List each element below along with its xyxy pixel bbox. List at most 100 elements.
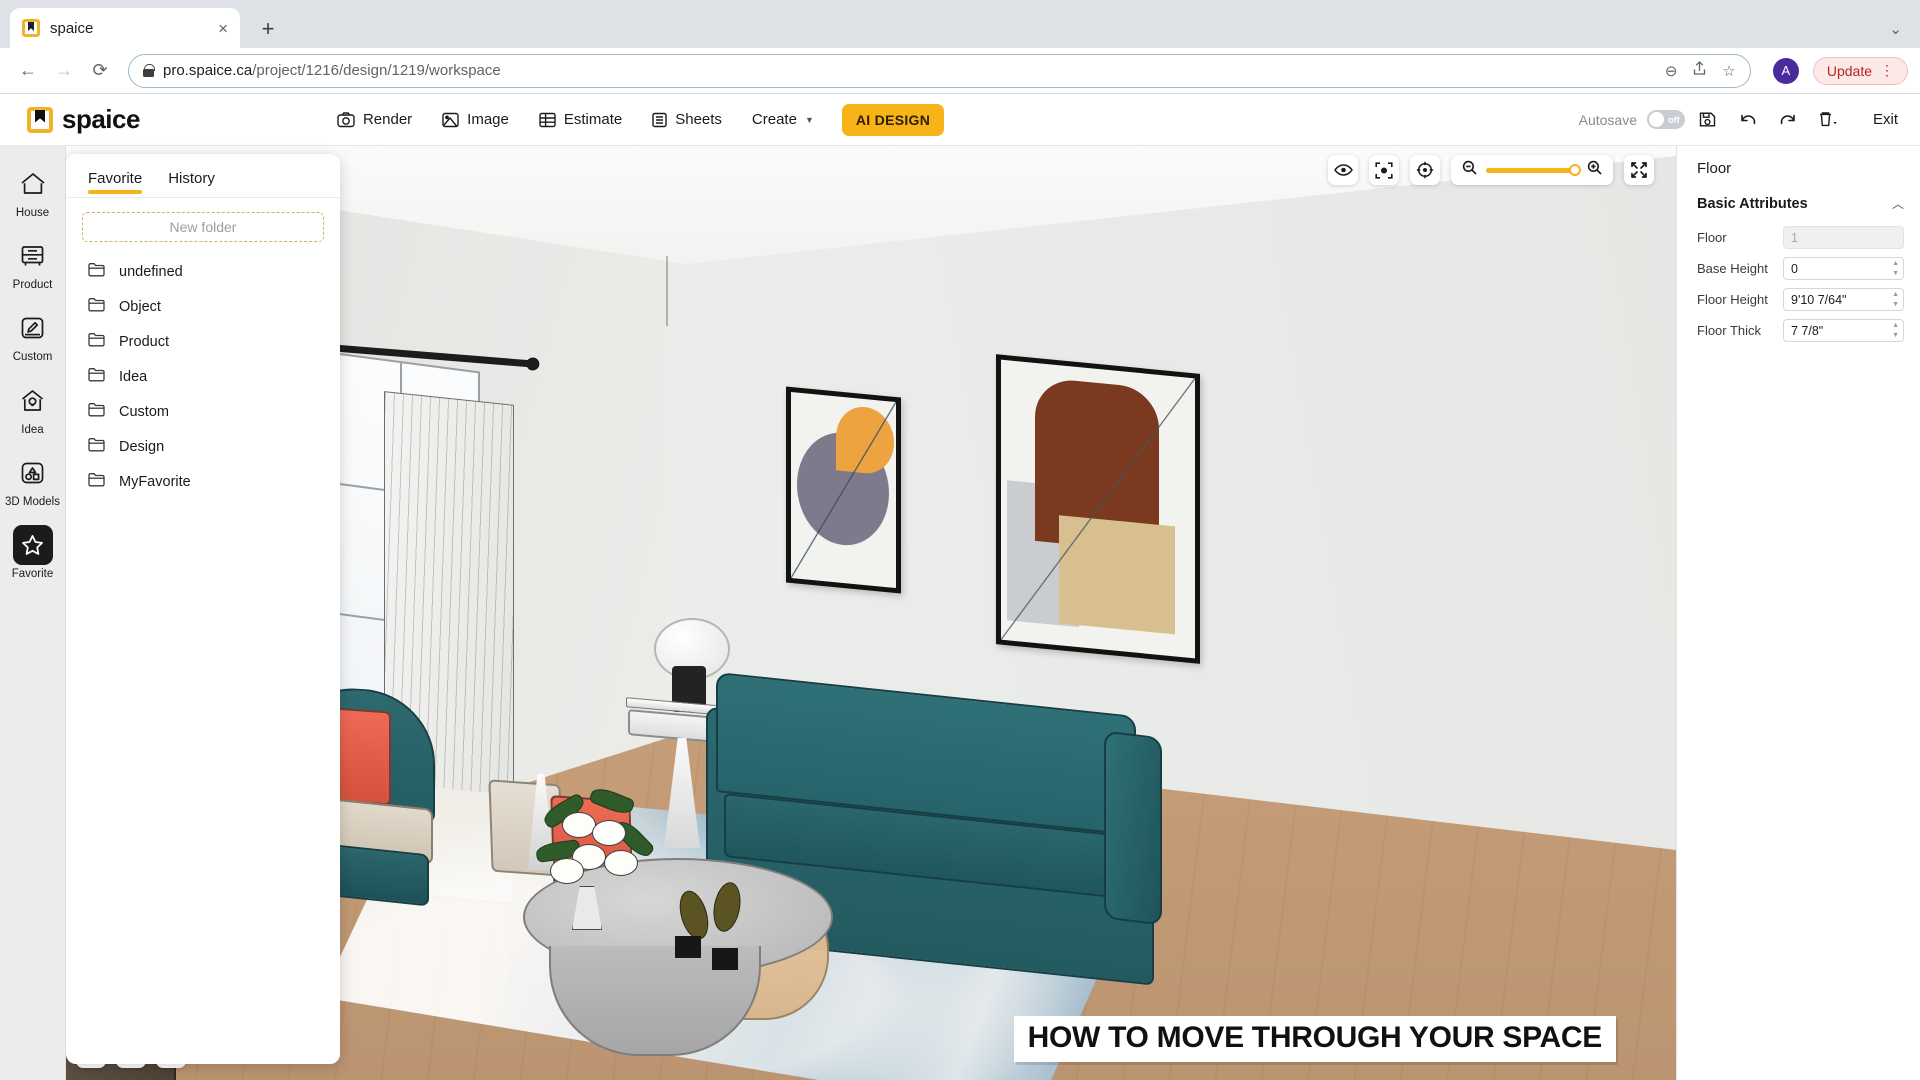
url-path: /project/1216/design/1219/workspace <box>252 62 501 79</box>
zoom-out-icon[interactable] <box>1462 160 1477 180</box>
sheets-icon <box>652 112 667 128</box>
tab-favorite[interactable]: Favorite <box>88 170 143 197</box>
camera-icon <box>337 111 355 128</box>
floor-value: 1 <box>1791 230 1798 245</box>
viewport-top-right-controls <box>1328 155 1654 185</box>
url-text: pro.spaice.ca/project/1216/design/1219/w… <box>163 62 501 79</box>
zoom-slider-group[interactable] <box>1451 155 1613 185</box>
sidebar-item-favorite[interactable]: Favorite <box>3 525 63 581</box>
zoom-in-icon[interactable] <box>1587 160 1602 180</box>
new-tab-button[interactable]: + <box>254 18 282 40</box>
kebab-menu-icon[interactable]: ⋮ <box>1880 62 1894 79</box>
lock-icon <box>143 64 155 77</box>
list-item[interactable]: Custom <box>66 394 340 429</box>
expand-arrows-icon[interactable] <box>1624 155 1654 185</box>
close-icon[interactable]: × <box>218 20 228 37</box>
share-icon[interactable] <box>1693 61 1706 80</box>
header-right-tools: Autosave off Exit <box>1579 104 1920 136</box>
folder-label: Custom <box>119 403 169 420</box>
update-button[interactable]: Update ⋮ <box>1812 56 1908 85</box>
crosshair-icon[interactable] <box>1410 155 1440 185</box>
floor-thick-stepper[interactable]: ▲ ▼ <box>1892 320 1899 341</box>
sidebar-item-3d-models[interactable]: 3D Models <box>3 453 63 509</box>
autosave-toggle[interactable]: off <box>1646 110 1685 129</box>
back-button[interactable]: ← <box>12 55 44 87</box>
floor-height-stepper[interactable]: ▲ ▼ <box>1892 289 1899 310</box>
sidebar-item-product[interactable]: Product <box>3 236 63 292</box>
avatar[interactable]: A <box>1772 57 1799 84</box>
folder-label: Idea <box>119 368 148 385</box>
sidebar-item-label: House <box>15 207 50 219</box>
browser-tab[interactable]: spaice × <box>10 8 240 48</box>
wall-art-left <box>786 386 901 594</box>
image-button[interactable]: Image <box>430 102 521 137</box>
list-item[interactable]: Idea <box>66 359 340 394</box>
ai-design-button[interactable]: AI DESIGN <box>841 103 945 136</box>
focus-target-icon[interactable] <box>1369 155 1399 185</box>
list-item[interactable]: Product <box>66 324 340 359</box>
list-item[interactable]: undefined <box>66 254 340 289</box>
base-height-stepper[interactable]: ▲ ▼ <box>1892 258 1899 279</box>
sidebar-item-label: Idea <box>21 423 44 436</box>
floor-height-value: 9'10 7/64" <box>1791 292 1847 307</box>
sidebar-item-custom[interactable]: Custom <box>3 308 63 364</box>
estimate-button[interactable]: Estimate <box>526 102 635 137</box>
create-button[interactable]: Create ▼ <box>739 102 826 137</box>
basic-attributes-section-header[interactable]: Basic Attributes ︿ <box>1697 195 1904 212</box>
base-height-value: 0 <box>1791 261 1798 276</box>
forward-button[interactable]: → <box>48 55 80 87</box>
sidebar-item-idea[interactable]: Idea <box>3 381 63 437</box>
house-icon <box>13 164 53 204</box>
properties-panel: Floor Basic Attributes ︿ Floor 1 Base He… <box>1676 146 1920 1080</box>
sidebar-item-house[interactable]: House <box>3 164 63 220</box>
folder-label: Object <box>119 298 161 315</box>
bookmark-star-icon[interactable]: ☆ <box>1722 62 1735 80</box>
list-item[interactable]: Object <box>66 289 340 324</box>
sidebar-item-label: Favorite <box>11 568 54 581</box>
new-folder-button[interactable]: New folder <box>82 212 324 242</box>
folder-label: undefined <box>119 263 183 280</box>
folder-icon <box>88 367 105 386</box>
browser-url-bar: ← → ⟳ pro.spaice.ca/project/1216/design/… <box>0 48 1920 94</box>
header-toolbar: Render Image Estimate Sheets Create ▼ AI… <box>324 102 945 137</box>
save-button[interactable] <box>1691 104 1725 136</box>
create-label: Create <box>751 111 797 128</box>
drawer-icon <box>13 236 53 276</box>
zoom-slider-handle[interactable] <box>1569 164 1581 176</box>
reload-button[interactable]: ⟳ <box>84 55 116 87</box>
tab-history[interactable]: History <box>168 170 215 197</box>
autosave-label: Autosave <box>1578 111 1637 128</box>
caption-text: HOW TO MOVE THROUGH YOUR SPACE <box>1027 1021 1603 1054</box>
workspace-body: House Product Custom Idea 3D Models Favo… <box>0 146 1920 1080</box>
floor-height-input[interactable]: 9'10 7/64" ▲ ▼ <box>1783 288 1904 311</box>
base-height-label: Base Height <box>1697 261 1768 276</box>
list-item[interactable]: Design <box>66 429 340 464</box>
sheets-button[interactable]: Sheets <box>640 102 734 137</box>
chevron-up-icon[interactable]: ︿ <box>1892 195 1904 212</box>
brand-logo[interactable]: spaice <box>0 104 140 135</box>
base-height-input[interactable]: 0 ▲ ▼ <box>1783 257 1904 280</box>
trash-button[interactable] <box>1811 104 1845 136</box>
zoom-slider[interactable] <box>1486 164 1581 176</box>
eye-icon[interactable] <box>1328 155 1358 185</box>
folder-label: Product <box>119 333 169 350</box>
floor-thick-input[interactable]: 7 7/8" ▲ ▼ <box>1783 319 1904 342</box>
folder-icon <box>88 402 105 421</box>
render-button[interactable]: Render <box>324 102 425 137</box>
lightbulb-house-icon <box>13 381 53 421</box>
redo-button[interactable] <box>1771 104 1805 136</box>
chevron-down-icon[interactable]: ⌄ <box>1889 20 1902 38</box>
folder-icon <box>88 437 105 456</box>
address-bar[interactable]: pro.spaice.ca/project/1216/design/1219/w… <box>128 53 1751 88</box>
star-icon <box>12 525 53 566</box>
list-item[interactable]: MyFavorite <box>66 464 340 499</box>
tutorial-caption-banner: HOW TO MOVE THROUGH YOUR SPACE <box>1013 1016 1616 1062</box>
folder-list: undefined Object Product Idea Custom Des… <box>66 248 340 505</box>
chevron-down-icon: ▼ <box>804 114 814 125</box>
undo-button[interactable] <box>1731 104 1765 136</box>
floor-height-label: Floor Height <box>1697 292 1768 307</box>
corner-edge-line <box>666 256 668 326</box>
folder-icon <box>88 472 105 491</box>
exit-button[interactable]: Exit <box>1873 111 1898 128</box>
zoom-icon[interactable]: ⊖ <box>1665 62 1678 80</box>
